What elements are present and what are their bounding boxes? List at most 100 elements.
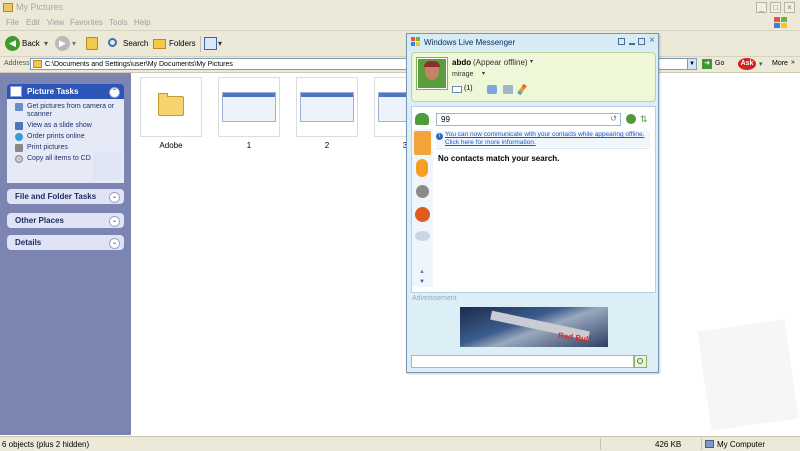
menu-icon[interactable] xyxy=(618,38,625,45)
tabs-scroll-up-icon[interactable]: ▲ xyxy=(419,269,425,275)
collapse-chevron-icon[interactable]: ⌃ xyxy=(109,87,120,98)
toolbar-divider xyxy=(200,36,201,52)
search-button[interactable]: Search xyxy=(123,36,148,52)
user-name[interactable]: abdo xyxy=(452,58,471,67)
sort-contacts-icon[interactable]: ⇅ xyxy=(640,114,651,124)
mail-icon[interactable] xyxy=(452,86,462,93)
contacts-tab-icon[interactable] xyxy=(415,113,429,125)
close-button[interactable]: × xyxy=(649,35,655,46)
minimize-button[interactable] xyxy=(629,43,635,45)
close-button[interactable]: × xyxy=(784,2,795,13)
file-folder-tasks-header[interactable]: File and Folder Tasks ⌄ xyxy=(7,189,124,204)
status-divider xyxy=(600,438,601,450)
folder-item[interactable]: Adobe xyxy=(140,77,202,150)
task-order-prints[interactable]: Order prints online xyxy=(15,133,121,141)
folder-tab xyxy=(158,93,168,97)
spaces-icon[interactable] xyxy=(503,85,513,94)
personal-message-dropdown-icon[interactable]: ▾ xyxy=(482,70,485,77)
mail-count[interactable]: (1) xyxy=(464,85,473,92)
web-search-button[interactable] xyxy=(634,355,647,368)
status-bar: 6 objects (plus 2 hidden) 426 KB My Comp… xyxy=(0,436,800,451)
views-dropdown-icon[interactable]: ▾ xyxy=(218,36,222,52)
globe-icon xyxy=(15,133,23,141)
image-thumbnail xyxy=(218,77,280,137)
image-item[interactable]: 1 xyxy=(218,77,280,150)
maximize-button[interactable] xyxy=(638,38,645,45)
ask-dropdown-icon[interactable]: ▾ xyxy=(759,60,763,68)
go-button[interactable]: Go xyxy=(715,60,724,67)
ask-toolbar-logo[interactable]: Ask xyxy=(738,58,756,70)
info-link[interactable]: You can now communicate with your contac… xyxy=(445,131,650,147)
menu-view[interactable]: View xyxy=(47,18,64,27)
personal-message[interactable]: mirage xyxy=(452,71,473,78)
details-panel[interactable]: Details ⌄ xyxy=(7,235,124,250)
messenger-title: Windows Live Messenger xyxy=(424,38,516,47)
tab-highlight[interactable] xyxy=(414,131,431,155)
web-search-input[interactable] xyxy=(411,355,634,368)
live-tab-icon[interactable] xyxy=(415,231,430,241)
minimize-button[interactable]: _ xyxy=(756,2,767,13)
image-item[interactable]: 2 xyxy=(296,77,358,150)
forward-dropdown-icon[interactable]: ▾ xyxy=(72,36,76,52)
task-slide-show[interactable]: View as a slide show xyxy=(15,122,121,130)
avatar[interactable] xyxy=(417,58,447,89)
tabs-scroll-down-icon[interactable]: ▼ xyxy=(419,279,425,285)
expand-chevron-icon[interactable]: ⌄ xyxy=(109,192,120,203)
menu-edit[interactable]: Edit xyxy=(26,18,40,27)
picture-tasks-panel: Picture Tasks ⌃ Get pictures from camera… xyxy=(7,84,124,183)
address-bar: Address C:\Documents and Settings\user\M… xyxy=(0,57,800,73)
menu-tools[interactable]: Tools xyxy=(109,18,128,27)
toolbar: ◀ Back ▾ ▶ ▾ Search Folders ▾ xyxy=(0,31,800,57)
menu-file[interactable]: File xyxy=(6,18,19,27)
slideshow-icon xyxy=(15,122,23,130)
file-folder-tasks-panel[interactable]: File and Folder Tasks ⌄ xyxy=(7,189,124,204)
picture-tasks-header[interactable]: Picture Tasks ⌃ xyxy=(7,84,124,99)
messenger-window: Windows Live Messenger × abdo (Appear of… xyxy=(406,33,659,373)
file-label: Adobe xyxy=(159,141,183,150)
shopping-tab-icon[interactable] xyxy=(415,207,430,222)
task-get-pictures[interactable]: Get pictures from camera or scanner xyxy=(15,103,121,119)
menu-help[interactable]: Help xyxy=(134,18,150,27)
go-arrow-icon[interactable]: ➜ xyxy=(702,59,712,69)
back-arrow-icon[interactable]: ◀ xyxy=(5,36,20,51)
mobile-tab-icon[interactable] xyxy=(416,159,428,177)
ad-banner[interactable]: Red Bull xyxy=(460,307,608,347)
messenger-logo-icon xyxy=(411,37,421,47)
more-button[interactable]: More xyxy=(772,60,788,67)
expand-chevron-icon[interactable]: ⌄ xyxy=(109,216,120,227)
more-chevron-icon[interactable]: » xyxy=(791,59,795,66)
status-dropdown-icon[interactable]: ▾ xyxy=(530,58,533,65)
address-label: Address xyxy=(4,60,30,67)
back-button[interactable]: Back xyxy=(22,36,40,52)
user-status[interactable]: (Appear offline) xyxy=(473,58,528,67)
other-places-panel[interactable]: Other Places ⌄ xyxy=(7,213,124,228)
task-print-pictures[interactable]: Print pictures xyxy=(15,144,121,152)
info-banner[interactable]: i You can now communicate with your cont… xyxy=(436,131,650,147)
other-places-header[interactable]: Other Places ⌄ xyxy=(7,213,124,228)
ad-label: Advertisement xyxy=(412,295,457,302)
status-object-count: 6 objects (plus 2 hidden) xyxy=(2,440,90,449)
add-contact-icon[interactable] xyxy=(626,114,636,124)
maximize-button[interactable]: □ xyxy=(770,2,781,13)
back-dropdown-icon[interactable]: ▾ xyxy=(44,36,48,52)
games-tab-icon[interactable] xyxy=(416,185,429,198)
picture-tasks-title: Picture Tasks xyxy=(27,87,79,96)
up-folder-icon[interactable] xyxy=(86,37,98,50)
picture-watermark-icon xyxy=(93,152,121,180)
profile-area: abdo (Appear offline) ▾ mirage ▾ (1) xyxy=(411,52,656,102)
folders-button[interactable]: Folders xyxy=(169,36,196,52)
expand-chevron-icon[interactable]: ⌄ xyxy=(109,238,120,249)
details-header[interactable]: Details ⌄ xyxy=(7,235,124,250)
contact-list-panel: 99 ↺ ⇅ ▲ ▼ i You can now communicate wit… xyxy=(411,106,656,293)
views-icon[interactable] xyxy=(204,37,217,50)
address-dropdown-button[interactable]: ▼ xyxy=(687,58,697,70)
contacts-card-icon[interactable] xyxy=(487,85,497,94)
contact-search-input[interactable]: 99 ↺ xyxy=(436,113,621,126)
forward-arrow-icon[interactable]: ▶ xyxy=(55,36,70,51)
paintbrush-icon[interactable] xyxy=(517,83,527,96)
image-thumbnail xyxy=(296,77,358,137)
info-icon: i xyxy=(436,133,443,140)
clear-search-icon[interactable]: ↺ xyxy=(610,114,617,123)
contact-search-value: 99 xyxy=(441,115,450,124)
menu-favorites[interactable]: Favorites xyxy=(70,18,103,27)
